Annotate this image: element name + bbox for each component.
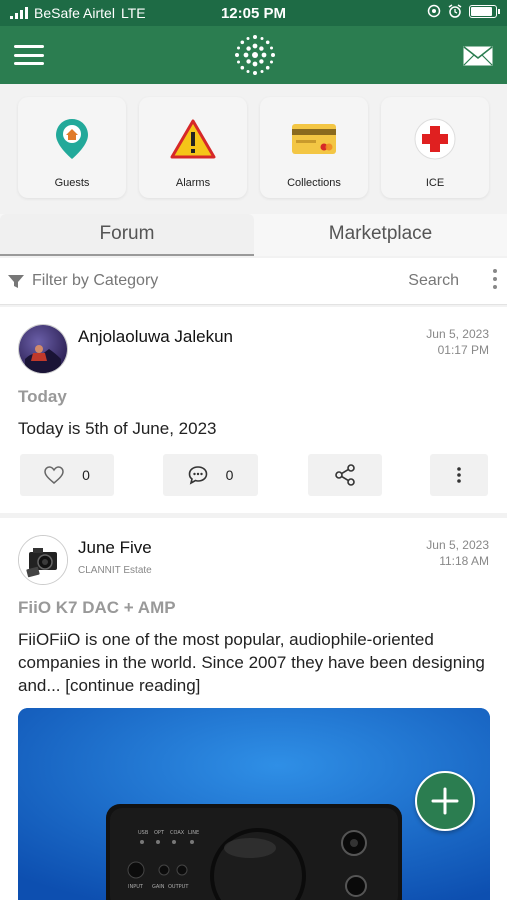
status-right	[427, 4, 500, 18]
search-button[interactable]: Search	[408, 272, 459, 290]
guests-label: Guests	[54, 177, 90, 189]
forum-post[interactable]: Anjolaoluwa Jalekun Jun 5, 2023 01:17 PM…	[0, 307, 507, 513]
credit-card-icon	[292, 124, 336, 154]
filter-by-category[interactable]: Filter by Category	[32, 272, 158, 290]
post-date-time: 01:17 PM	[437, 343, 489, 357]
like-count: 0	[82, 467, 90, 483]
forum-tabs: Forum Marketplace	[0, 214, 507, 256]
svg-text:COAX: COAX	[170, 830, 185, 836]
svg-text:OPT: OPT	[154, 830, 165, 836]
alarm-clock-icon	[448, 4, 462, 18]
avatar[interactable]	[18, 324, 68, 374]
ice-tile[interactable]: ICE	[381, 97, 489, 198]
post-title: FiiO K7 DAC + AMP	[18, 598, 176, 617]
filter-bar: Filter by Category Search	[0, 258, 507, 305]
red-cross-icon	[414, 118, 456, 160]
alarms-tile[interactable]: Alarms	[139, 97, 247, 198]
share-icon	[335, 464, 355, 486]
alarms-label: Alarms	[175, 177, 211, 189]
post-estate: CLANNIT Estate	[78, 565, 152, 576]
post-title: Today	[18, 387, 67, 406]
post-body[interactable]: FiiOFiiO is one of the most popular, aud…	[18, 628, 488, 697]
app-header	[0, 26, 507, 84]
warning-icon	[170, 119, 216, 159]
mail-icon[interactable]	[463, 46, 493, 66]
comment-icon	[188, 466, 207, 485]
more-options-icon[interactable]	[493, 269, 497, 289]
svg-text:GAIN: GAIN	[152, 884, 165, 890]
battery-icon	[469, 4, 500, 18]
avatar[interactable]	[18, 535, 68, 585]
ice-label: ICE	[425, 177, 445, 189]
share-button[interactable]	[308, 454, 382, 496]
forum-post[interactable]: June Five CLANNIT Estate Jun 5, 2023 11:…	[0, 518, 507, 900]
guests-tile[interactable]: Guests	[18, 97, 126, 198]
orientation-lock-icon	[427, 4, 441, 18]
svg-text:USB: USB	[138, 830, 149, 836]
svg-text:OUTPUT: OUTPUT	[168, 884, 189, 890]
post-date-time: 11:18 AM	[439, 554, 489, 568]
app-logo-icon	[235, 35, 275, 75]
comment-count: 0	[225, 467, 234, 483]
post-actions: 0 0	[0, 454, 507, 498]
svg-text:LINE: LINE	[188, 830, 199, 836]
post-date-day: Jun 5, 2023	[426, 327, 489, 341]
tab-forum[interactable]: Forum	[0, 214, 254, 256]
svg-text:INPUT: INPUT	[128, 884, 144, 890]
post-author[interactable]: Anjolaoluwa Jalekun	[78, 327, 233, 347]
heart-icon	[44, 466, 64, 484]
status-bar: BeSafe Airtel LTE 12:05 PM	[0, 0, 507, 26]
quick-actions: Guests Alarms Collections ICE	[18, 97, 489, 198]
post-body: Today is 5th of June, 2023	[18, 419, 217, 438]
like-button[interactable]: 0	[20, 454, 114, 496]
post-date: Jun 5, 2023 11:18 AM	[426, 537, 489, 569]
more-vertical-icon	[457, 467, 461, 483]
add-post-button[interactable]	[415, 771, 475, 831]
plus-icon	[431, 787, 459, 815]
location-pin-icon	[56, 119, 88, 159]
hamburger-icon[interactable]	[14, 45, 44, 65]
collections-label: Collections	[287, 177, 341, 189]
post-date: Jun 5, 2023 01:17 PM	[426, 326, 489, 358]
post-more-button[interactable]	[430, 454, 488, 496]
tab-marketplace[interactable]: Marketplace	[254, 214, 507, 254]
comment-button[interactable]: 0	[163, 454, 258, 496]
filter-icon[interactable]	[8, 275, 24, 289]
collections-tile[interactable]: Collections	[260, 97, 368, 198]
post-author[interactable]: June Five	[78, 538, 152, 558]
post-date-day: Jun 5, 2023	[426, 538, 489, 552]
